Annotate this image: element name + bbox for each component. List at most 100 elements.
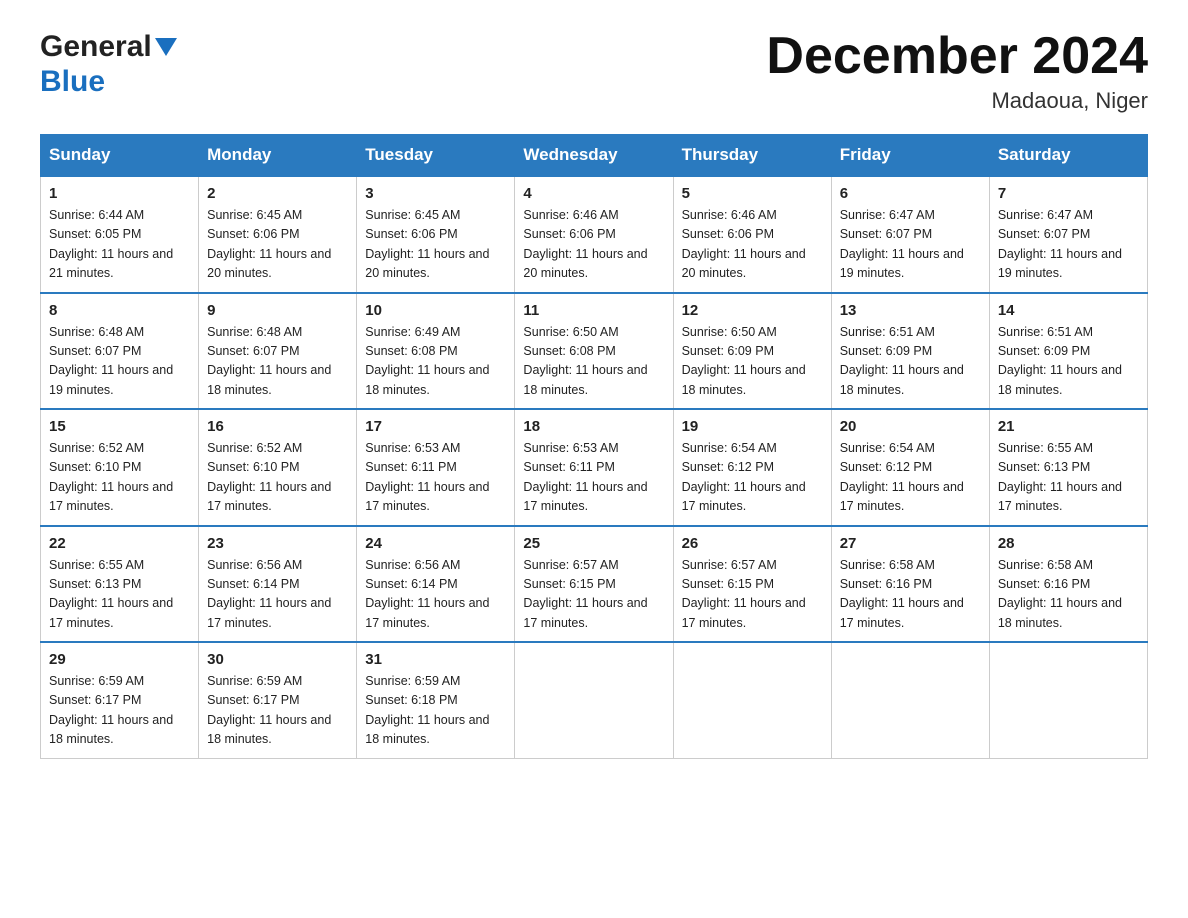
calendar-cell: 24 Sunrise: 6:56 AM Sunset: 6:14 PM Dayl… xyxy=(357,526,515,643)
day-number: 15 xyxy=(49,418,190,435)
calendar-cell: 21 Sunrise: 6:55 AM Sunset: 6:13 PM Dayl… xyxy=(989,409,1147,526)
col-tuesday: Tuesday xyxy=(357,135,515,177)
calendar-cell: 8 Sunrise: 6:48 AM Sunset: 6:07 PM Dayli… xyxy=(41,293,199,410)
day-number: 10 xyxy=(365,302,506,319)
logo: General Blue xyxy=(40,30,177,99)
day-info: Sunrise: 6:55 AM Sunset: 6:13 PM Dayligh… xyxy=(998,439,1139,517)
day-info: Sunrise: 6:47 AM Sunset: 6:07 PM Dayligh… xyxy=(840,206,981,284)
calendar-cell: 1 Sunrise: 6:44 AM Sunset: 6:05 PM Dayli… xyxy=(41,176,199,293)
calendar-cell: 28 Sunrise: 6:58 AM Sunset: 6:16 PM Dayl… xyxy=(989,526,1147,643)
col-sunday: Sunday xyxy=(41,135,199,177)
calendar-cell: 6 Sunrise: 6:47 AM Sunset: 6:07 PM Dayli… xyxy=(831,176,989,293)
col-saturday: Saturday xyxy=(989,135,1147,177)
calendar-cell xyxy=(515,642,673,758)
calendar-cell: 26 Sunrise: 6:57 AM Sunset: 6:15 PM Dayl… xyxy=(673,526,831,643)
day-info: Sunrise: 6:45 AM Sunset: 6:06 PM Dayligh… xyxy=(207,206,348,284)
day-number: 6 xyxy=(840,185,981,202)
calendar-week-row: 15 Sunrise: 6:52 AM Sunset: 6:10 PM Dayl… xyxy=(41,409,1148,526)
day-number: 23 xyxy=(207,535,348,552)
day-info: Sunrise: 6:51 AM Sunset: 6:09 PM Dayligh… xyxy=(840,323,981,401)
day-number: 11 xyxy=(523,302,664,319)
day-info: Sunrise: 6:53 AM Sunset: 6:11 PM Dayligh… xyxy=(365,439,506,517)
day-info: Sunrise: 6:57 AM Sunset: 6:15 PM Dayligh… xyxy=(682,556,823,634)
day-number: 24 xyxy=(365,535,506,552)
calendar-cell: 31 Sunrise: 6:59 AM Sunset: 6:18 PM Dayl… xyxy=(357,642,515,758)
calendar-cell: 2 Sunrise: 6:45 AM Sunset: 6:06 PM Dayli… xyxy=(199,176,357,293)
day-info: Sunrise: 6:57 AM Sunset: 6:15 PM Dayligh… xyxy=(523,556,664,634)
calendar-cell: 15 Sunrise: 6:52 AM Sunset: 6:10 PM Dayl… xyxy=(41,409,199,526)
day-number: 5 xyxy=(682,185,823,202)
calendar-cell: 5 Sunrise: 6:46 AM Sunset: 6:06 PM Dayli… xyxy=(673,176,831,293)
day-number: 31 xyxy=(365,651,506,668)
location-subtitle: Madaoua, Niger xyxy=(766,88,1148,114)
day-number: 1 xyxy=(49,185,190,202)
calendar-table: Sunday Monday Tuesday Wednesday Thursday… xyxy=(40,134,1148,759)
calendar-cell xyxy=(989,642,1147,758)
calendar-cell: 7 Sunrise: 6:47 AM Sunset: 6:07 PM Dayli… xyxy=(989,176,1147,293)
logo-arrow-icon xyxy=(155,32,177,67)
day-info: Sunrise: 6:55 AM Sunset: 6:13 PM Dayligh… xyxy=(49,556,190,634)
day-info: Sunrise: 6:50 AM Sunset: 6:08 PM Dayligh… xyxy=(523,323,664,401)
calendar-cell: 27 Sunrise: 6:58 AM Sunset: 6:16 PM Dayl… xyxy=(831,526,989,643)
calendar-cell: 20 Sunrise: 6:54 AM Sunset: 6:12 PM Dayl… xyxy=(831,409,989,526)
col-wednesday: Wednesday xyxy=(515,135,673,177)
calendar-cell: 18 Sunrise: 6:53 AM Sunset: 6:11 PM Dayl… xyxy=(515,409,673,526)
day-info: Sunrise: 6:58 AM Sunset: 6:16 PM Dayligh… xyxy=(998,556,1139,634)
day-number: 12 xyxy=(682,302,823,319)
day-number: 7 xyxy=(998,185,1139,202)
calendar-cell: 3 Sunrise: 6:45 AM Sunset: 6:06 PM Dayli… xyxy=(357,176,515,293)
col-friday: Friday xyxy=(831,135,989,177)
day-info: Sunrise: 6:52 AM Sunset: 6:10 PM Dayligh… xyxy=(207,439,348,517)
title-block: December 2024 Madaoua, Niger xyxy=(766,30,1148,114)
day-info: Sunrise: 6:53 AM Sunset: 6:11 PM Dayligh… xyxy=(523,439,664,517)
day-number: 17 xyxy=(365,418,506,435)
day-number: 13 xyxy=(840,302,981,319)
day-info: Sunrise: 6:54 AM Sunset: 6:12 PM Dayligh… xyxy=(840,439,981,517)
calendar-cell: 19 Sunrise: 6:54 AM Sunset: 6:12 PM Dayl… xyxy=(673,409,831,526)
calendar-cell: 12 Sunrise: 6:50 AM Sunset: 6:09 PM Dayl… xyxy=(673,293,831,410)
day-info: Sunrise: 6:50 AM Sunset: 6:09 PM Dayligh… xyxy=(682,323,823,401)
day-number: 30 xyxy=(207,651,348,668)
logo-blue-text: Blue xyxy=(40,65,177,100)
calendar-cell: 29 Sunrise: 6:59 AM Sunset: 6:17 PM Dayl… xyxy=(41,642,199,758)
day-number: 26 xyxy=(682,535,823,552)
col-thursday: Thursday xyxy=(673,135,831,177)
calendar-week-row: 29 Sunrise: 6:59 AM Sunset: 6:17 PM Dayl… xyxy=(41,642,1148,758)
calendar-cell: 10 Sunrise: 6:49 AM Sunset: 6:08 PM Dayl… xyxy=(357,293,515,410)
day-info: Sunrise: 6:46 AM Sunset: 6:06 PM Dayligh… xyxy=(523,206,664,284)
day-info: Sunrise: 6:48 AM Sunset: 6:07 PM Dayligh… xyxy=(207,323,348,401)
day-info: Sunrise: 6:49 AM Sunset: 6:08 PM Dayligh… xyxy=(365,323,506,401)
day-number: 22 xyxy=(49,535,190,552)
day-info: Sunrise: 6:56 AM Sunset: 6:14 PM Dayligh… xyxy=(365,556,506,634)
calendar-cell: 14 Sunrise: 6:51 AM Sunset: 6:09 PM Dayl… xyxy=(989,293,1147,410)
calendar-cell: 25 Sunrise: 6:57 AM Sunset: 6:15 PM Dayl… xyxy=(515,526,673,643)
day-info: Sunrise: 6:45 AM Sunset: 6:06 PM Dayligh… xyxy=(365,206,506,284)
day-info: Sunrise: 6:58 AM Sunset: 6:16 PM Dayligh… xyxy=(840,556,981,634)
page-header: General Blue December 2024 Madaoua, Nige… xyxy=(40,30,1148,114)
calendar-cell xyxy=(673,642,831,758)
calendar-cell: 9 Sunrise: 6:48 AM Sunset: 6:07 PM Dayli… xyxy=(199,293,357,410)
day-number: 16 xyxy=(207,418,348,435)
calendar-cell: 4 Sunrise: 6:46 AM Sunset: 6:06 PM Dayli… xyxy=(515,176,673,293)
day-info: Sunrise: 6:59 AM Sunset: 6:17 PM Dayligh… xyxy=(49,672,190,750)
day-info: Sunrise: 6:56 AM Sunset: 6:14 PM Dayligh… xyxy=(207,556,348,634)
day-number: 9 xyxy=(207,302,348,319)
day-number: 19 xyxy=(682,418,823,435)
day-info: Sunrise: 6:44 AM Sunset: 6:05 PM Dayligh… xyxy=(49,206,190,284)
calendar-cell: 11 Sunrise: 6:50 AM Sunset: 6:08 PM Dayl… xyxy=(515,293,673,410)
header-row: Sunday Monday Tuesday Wednesday Thursday… xyxy=(41,135,1148,177)
day-number: 3 xyxy=(365,185,506,202)
day-number: 8 xyxy=(49,302,190,319)
day-number: 20 xyxy=(840,418,981,435)
day-number: 28 xyxy=(998,535,1139,552)
calendar-cell: 30 Sunrise: 6:59 AM Sunset: 6:17 PM Dayl… xyxy=(199,642,357,758)
day-info: Sunrise: 6:48 AM Sunset: 6:07 PM Dayligh… xyxy=(49,323,190,401)
calendar-cell: 13 Sunrise: 6:51 AM Sunset: 6:09 PM Dayl… xyxy=(831,293,989,410)
calendar-cell: 16 Sunrise: 6:52 AM Sunset: 6:10 PM Dayl… xyxy=(199,409,357,526)
day-number: 2 xyxy=(207,185,348,202)
logo-general-text: General xyxy=(40,30,152,65)
calendar-cell: 23 Sunrise: 6:56 AM Sunset: 6:14 PM Dayl… xyxy=(199,526,357,643)
day-number: 29 xyxy=(49,651,190,668)
day-info: Sunrise: 6:46 AM Sunset: 6:06 PM Dayligh… xyxy=(682,206,823,284)
day-info: Sunrise: 6:59 AM Sunset: 6:17 PM Dayligh… xyxy=(207,672,348,750)
